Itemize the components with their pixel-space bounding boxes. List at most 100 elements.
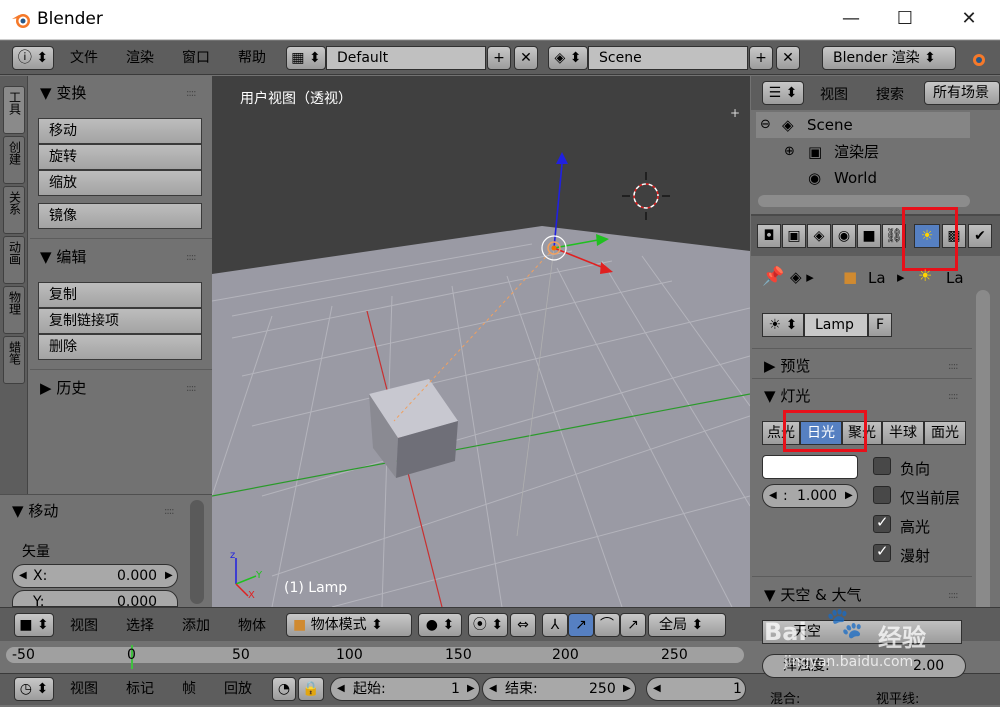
transform-panel-header[interactable]: ▼ 变换 [40, 82, 86, 103]
menu-render[interactable]: 渲染 [126, 46, 154, 70]
lamp-type-area[interactable]: 面光 [924, 421, 966, 445]
negative-checkbox[interactable] [873, 457, 891, 475]
tab-world[interactable]: ◉ [832, 224, 856, 248]
duplicate-button[interactable]: 复制 [38, 282, 202, 308]
lamp-type-hemi[interactable]: 半球 [882, 421, 924, 445]
arrow-left-icon[interactable]: ◀ [769, 485, 777, 507]
menu-add[interactable]: 添加 [182, 614, 210, 638]
tab-render-layers[interactable]: ▣ [782, 224, 806, 248]
menu-object[interactable]: 物体 [238, 614, 266, 638]
editor-type-info-button[interactable]: ⓘ ⬍ [12, 46, 54, 70]
tab-physics[interactable]: 物理 [3, 286, 25, 334]
render-engine-select[interactable]: Blender 渲染 ⬍ [822, 46, 956, 70]
pin-icon[interactable]: 📌 [762, 266, 784, 287]
lamp-color-swatch[interactable] [762, 455, 858, 479]
operator-scrollbar[interactable] [190, 500, 204, 604]
timeline-menu-frame[interactable]: 帧 [182, 677, 196, 701]
duplicate-linked-button[interactable]: 复制链接项 [38, 308, 202, 334]
close-button[interactable]: ✕ [954, 8, 984, 32]
manipulator-toggle[interactable]: ⇔ [510, 613, 536, 637]
3d-cursor-icon[interactable] [622, 172, 670, 220]
display-mode-select[interactable]: 所有场景 [924, 81, 1000, 105]
translate-manipulator-button[interactable]: ⅄ [542, 613, 568, 637]
outliner-h-scrollbar[interactable] [758, 195, 970, 207]
arrow-right-icon[interactable]: ▶ [165, 565, 173, 587]
current-frame-field[interactable]: ◀ 1 [646, 677, 746, 701]
menu-help[interactable]: 帮助 [238, 46, 266, 70]
arrow-left-icon[interactable]: ◀ [653, 678, 661, 700]
arrow-left-icon[interactable]: ◀ [489, 678, 497, 700]
tab-tools[interactable]: 工具 [3, 86, 25, 134]
pivot-point-select[interactable]: ⦿ ⬍ [468, 613, 508, 637]
delete-scene-button[interactable]: ✕ [776, 46, 800, 70]
outliner-menu-search[interactable]: 搜索 [876, 83, 904, 107]
tab-particles[interactable]: ✔ [968, 224, 992, 248]
viewport-shading-select[interactable]: ● ⬍ [418, 613, 462, 637]
tab-create[interactable]: 创建 [3, 136, 25, 184]
editor-type-3d-button[interactable]: ■ ⬍ [14, 613, 54, 637]
grip-icon[interactable]: :::: [164, 506, 175, 517]
z-arrow-icon[interactable] [556, 152, 568, 164]
tab-grease-pencil[interactable]: 蜡笔 [3, 336, 25, 384]
mirror-button[interactable]: 镜像 [38, 203, 202, 229]
end-frame-field[interactable]: ◀ 结束: 250 ▶ [482, 677, 636, 701]
tab-animation[interactable]: 动画 [3, 236, 25, 284]
timeline-ruler[interactable] [6, 647, 744, 663]
viewport-plus-icon[interactable]: + [730, 106, 740, 120]
grip-icon[interactable]: :::: [186, 383, 197, 394]
scale-button[interactable]: 缩放 [38, 170, 202, 196]
operator-panel-header[interactable]: ▼ 移动 [12, 500, 58, 521]
preview-range-button[interactable]: ◔ [272, 677, 296, 701]
energy-field[interactable]: ◀ : 1.000 ▶ [762, 484, 858, 508]
specular-checkbox[interactable] [873, 513, 891, 533]
rotate-button[interactable]: 旋转 [38, 144, 202, 170]
tab-scene[interactable]: ◈ [807, 224, 831, 248]
preview-panel-header[interactable]: ▶ 预览 [764, 355, 810, 376]
add-scene-button[interactable]: + [749, 46, 773, 70]
tab-object[interactable]: ■ [857, 224, 881, 248]
arrow-right-icon[interactable]: ▶ [623, 678, 631, 700]
timeline-menu-marker[interactable]: 标记 [126, 677, 154, 701]
grip-icon[interactable]: :::: [948, 391, 959, 402]
minimize-button[interactable]: — [836, 8, 866, 32]
lamp-name-field[interactable]: Lamp [804, 313, 868, 337]
delete-layout-button[interactable]: ✕ [514, 46, 538, 70]
screen-layout-field[interactable]: Default [326, 46, 486, 70]
lamp-panel-header[interactable]: ▼ 灯光 [764, 385, 810, 406]
edit-panel-header[interactable]: ▼ 编辑 [40, 246, 86, 267]
maximize-button[interactable]: ☐ [890, 8, 920, 32]
tab-render[interactable]: ◘ [757, 224, 781, 248]
menu-select[interactable]: 选择 [126, 614, 154, 638]
grip-icon[interactable]: :::: [186, 252, 197, 263]
this-layer-only-checkbox[interactable] [873, 486, 891, 504]
grip-icon[interactable]: :::: [948, 361, 959, 372]
start-frame-field[interactable]: ◀ 起始: 1 ▶ [330, 677, 480, 701]
scene-icon-button[interactable]: ◈ ⬍ [548, 46, 588, 70]
arrow-left-icon[interactable]: ◀ [19, 565, 27, 587]
y-field[interactable]: Y: 0.000 [12, 590, 178, 607]
timeline-menu-view[interactable]: 视图 [70, 677, 98, 701]
arrow-right-icon[interactable]: ▶ [467, 678, 475, 700]
arrow-left-icon[interactable]: ◀ [337, 678, 345, 700]
history-panel-header[interactable]: ▶ 历史 [40, 377, 86, 398]
outliner-menu-view[interactable]: 视图 [820, 83, 848, 107]
viewport-scene[interactable]: z Y X [212, 76, 750, 607]
interaction-mode-select[interactable]: ■ 物体模式 ⬍ [286, 613, 412, 637]
x-field[interactable]: ◀ X: 0.000 ▶ [12, 564, 178, 588]
sky-panel-header[interactable]: ▼ 天空 & 大气 [764, 584, 862, 605]
expand-icon[interactable]: ⊕ [784, 139, 795, 165]
grip-icon[interactable]: :::: [186, 88, 197, 99]
rotate-manipulator-button[interactable]: ↗ [568, 613, 594, 637]
lock-button[interactable]: 🔒 [298, 677, 324, 701]
breadcrumb-object[interactable]: La [868, 269, 886, 287]
menu-window[interactable]: 窗口 [182, 46, 210, 70]
outliner-row-scene[interactable]: ⊖ ◈ Scene [756, 112, 970, 138]
transform-manipulator-button[interactable]: ↗ [620, 613, 646, 637]
delete-button[interactable]: 删除 [38, 334, 202, 360]
menu-file[interactable]: 文件 [70, 46, 98, 70]
collapse-icon[interactable]: ⊖ [760, 112, 771, 138]
menu-view[interactable]: 视图 [70, 614, 98, 638]
add-layout-button[interactable]: + [487, 46, 511, 70]
tab-relations[interactable]: 关系 [3, 186, 25, 234]
grip-icon[interactable]: :::: [948, 590, 959, 601]
